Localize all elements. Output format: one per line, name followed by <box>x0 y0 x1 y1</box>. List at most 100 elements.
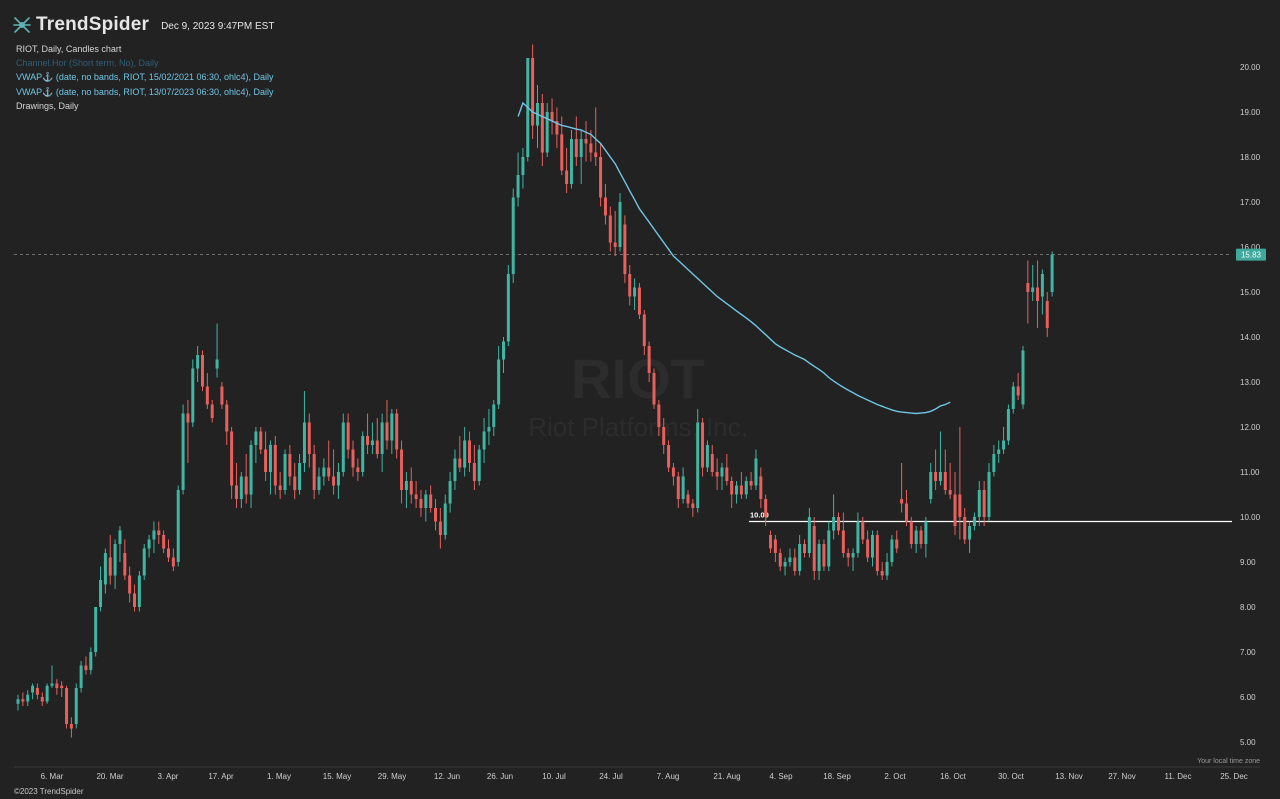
candle-body <box>710 454 714 472</box>
candle-body <box>628 274 632 297</box>
candle-body <box>215 359 219 369</box>
candle <box>701 418 705 477</box>
candle-body <box>1006 409 1010 441</box>
candle <box>385 400 389 450</box>
candle-body <box>108 557 112 576</box>
x-tick-label: 26. Jun <box>487 772 513 781</box>
candle-body <box>574 139 578 157</box>
candle-body <box>26 694 30 702</box>
price-chart[interactable]: RIOT Riot Platforms, Inc. 5.00 6.00 7.00 8.… <box>0 0 1280 799</box>
candle <box>555 107 559 148</box>
candle-body <box>521 157 525 175</box>
candle-body <box>317 476 321 490</box>
candle-body <box>361 436 365 472</box>
candle-body <box>880 571 884 576</box>
candle-body <box>167 548 171 558</box>
candle-body <box>176 490 180 562</box>
candle <box>244 454 248 504</box>
candle <box>778 548 782 571</box>
candle-body <box>137 575 141 607</box>
candle <box>968 521 972 553</box>
candle-body <box>438 521 442 535</box>
candle <box>79 661 83 693</box>
candle-body <box>555 121 559 135</box>
candle-body <box>419 499 423 508</box>
y-tick-label: 8.00 <box>1240 603 1256 612</box>
candle <box>502 337 505 373</box>
candle <box>482 418 486 463</box>
candle-body <box>701 422 705 468</box>
candle <box>468 431 472 472</box>
candle <box>273 436 277 495</box>
candle-body <box>531 58 535 126</box>
candle <box>657 400 661 436</box>
candle-body <box>997 449 1001 454</box>
candle <box>948 463 952 499</box>
timezone-note[interactable]: Your local time zone <box>1197 758 1260 765</box>
candle-body <box>1050 254 1054 292</box>
candle <box>142 544 146 580</box>
candle <box>234 463 238 508</box>
candle <box>671 463 675 486</box>
candle-body <box>778 553 782 567</box>
candle-body <box>482 431 486 450</box>
x-tick-label: 6. Mar <box>41 772 64 781</box>
candle-body <box>171 557 175 567</box>
candle <box>521 148 525 189</box>
candle-body <box>739 485 743 495</box>
candle <box>487 409 491 445</box>
candle-body <box>569 139 573 184</box>
candle-body <box>142 548 146 576</box>
candle-body <box>827 530 831 567</box>
candle <box>152 521 156 553</box>
candle-body <box>234 485 238 499</box>
candle-body <box>133 593 137 607</box>
candle-body <box>322 467 326 477</box>
candle-body <box>375 440 379 454</box>
candle <box>977 481 981 526</box>
candle-body <box>278 485 282 490</box>
candle <box>113 539 117 589</box>
candle-body <box>934 472 938 481</box>
candle <box>909 517 913 549</box>
candle-body <box>812 526 816 571</box>
candle <box>1045 292 1049 337</box>
candle-body <box>69 724 73 729</box>
candle <box>26 690 30 706</box>
candle <box>239 472 243 508</box>
candle <box>21 692 25 706</box>
candle-body <box>1016 386 1020 396</box>
candle-body <box>652 373 656 405</box>
candle-body <box>341 422 345 472</box>
candle <box>429 485 433 513</box>
candle-body <box>535 103 539 126</box>
last-price-badge-bg <box>1236 248 1266 261</box>
candle-body <box>1021 350 1025 405</box>
legend-item-channel[interactable]: Channel.Hor (Short term, No), Daily <box>16 56 274 70</box>
candle <box>798 535 802 576</box>
candle-body <box>409 481 413 495</box>
candle <box>900 463 904 513</box>
candle <box>492 400 496 436</box>
vwap-series-line <box>517 101 951 415</box>
legend-item-vwap-2[interactable]: VWAP⚓ (date, no bands, RIOT, 13/07/2023 … <box>16 85 274 99</box>
candle-body <box>94 607 98 652</box>
candle-body <box>414 494 418 499</box>
candle-body <box>943 472 947 490</box>
candle <box>972 512 976 531</box>
horizontal-level-line[interactable]: 10.00 <box>749 511 1232 523</box>
candle <box>1040 269 1044 315</box>
candle <box>618 193 622 252</box>
legend-item-drawings[interactable]: Drawings, Daily <box>16 99 274 113</box>
candle-body <box>123 553 127 576</box>
candle-body <box>458 458 462 468</box>
y-tick-label: 15.00 <box>1240 288 1261 297</box>
legend-item-vwap-1[interactable]: VWAP⚓ (date, no bands, RIOT, 15/02/2021 … <box>16 70 274 84</box>
x-tick-label: 18. Sep <box>823 772 851 781</box>
legend-item-chart[interactable]: RIOT, Daily, Candles chart <box>16 42 274 56</box>
candle-body <box>404 481 408 490</box>
candle-body <box>220 386 224 405</box>
brand-name: TrendSpider <box>36 14 150 35</box>
candle <box>929 463 933 504</box>
candle <box>696 409 700 513</box>
